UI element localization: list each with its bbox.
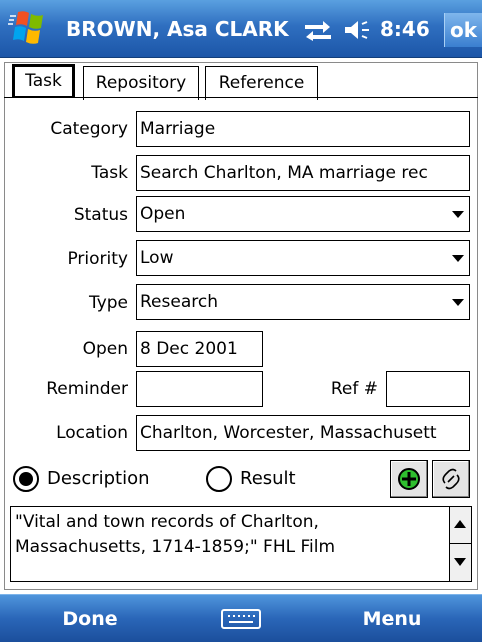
title-bar: BROWN, Asa CLARK 8:46 ok: [0, 0, 482, 58]
scroll-up-button[interactable]: [450, 507, 471, 544]
tab-reference[interactable]: Reference: [205, 66, 318, 100]
ref-label: Ref #: [330, 379, 378, 399]
add-button[interactable]: [390, 460, 428, 498]
menu-softkey[interactable]: Menu: [342, 603, 442, 635]
soft-key-bar: Done Menu: [0, 594, 482, 642]
window-title[interactable]: BROWN, Asa CLARK: [66, 15, 289, 43]
status-label: Status: [73, 205, 128, 225]
result-radio-label[interactable]: Result: [240, 465, 296, 493]
notes-text[interactable]: "Vital and town records of Charlton, Mas…: [15, 510, 435, 560]
type-label: Type: [88, 293, 128, 313]
ref-number-field[interactable]: [386, 371, 470, 407]
priority-dropdown[interactable]: Low: [136, 240, 470, 276]
open-date-field[interactable]: 8 Dec 2001: [136, 331, 263, 367]
link-button[interactable]: [432, 460, 470, 498]
tab-repository[interactable]: Repository: [83, 66, 199, 100]
result-radio[interactable]: [206, 466, 232, 492]
reminder-label: Reminder: [46, 379, 128, 399]
reminder-field[interactable]: [136, 371, 263, 407]
type-value: Research: [140, 292, 218, 312]
volume-icon[interactable]: [343, 18, 375, 42]
chevron-down-icon[interactable]: [452, 255, 464, 262]
arrow-down-icon: [454, 558, 466, 566]
location-label: Location: [56, 423, 128, 443]
priority-label: Priority: [67, 249, 128, 269]
category-label: Category: [50, 119, 128, 139]
notes-scrollbar[interactable]: [449, 507, 471, 581]
location-field[interactable]: Charlton, Worcester, Massachusett: [136, 415, 470, 451]
category-field[interactable]: Marriage: [136, 111, 470, 147]
add-icon: [398, 468, 420, 490]
ok-button[interactable]: ok: [444, 13, 482, 47]
windows-start-icon[interactable]: [8, 8, 52, 50]
chevron-down-icon[interactable]: [452, 299, 464, 306]
task-field[interactable]: Search Charlton, MA marriage rec: [136, 155, 470, 191]
priority-value: Low: [140, 248, 174, 268]
keyboard-icon[interactable]: [221, 609, 261, 629]
description-radio-label[interactable]: Description: [47, 465, 150, 493]
clock[interactable]: 8:46: [380, 15, 430, 43]
arrow-up-icon: [454, 520, 466, 528]
connectivity-icon[interactable]: [303, 19, 333, 41]
done-softkey[interactable]: Done: [40, 603, 140, 635]
type-dropdown[interactable]: Research: [136, 284, 470, 320]
open-label: Open: [82, 339, 128, 359]
chevron-down-icon[interactable]: [452, 211, 464, 218]
status-dropdown[interactable]: Open: [136, 196, 470, 232]
scroll-down-button[interactable]: [450, 544, 471, 581]
description-radio[interactable]: [13, 466, 39, 492]
task-label: Task: [91, 163, 128, 183]
tab-divider: [4, 97, 478, 98]
status-value: Open: [140, 204, 186, 224]
tab-task[interactable]: Task: [12, 64, 75, 98]
chain-link-icon: [442, 468, 460, 490]
radio-selected-dot: [19, 472, 33, 486]
notes-textarea[interactable]: "Vital and town records of Charlton, Mas…: [10, 506, 472, 582]
